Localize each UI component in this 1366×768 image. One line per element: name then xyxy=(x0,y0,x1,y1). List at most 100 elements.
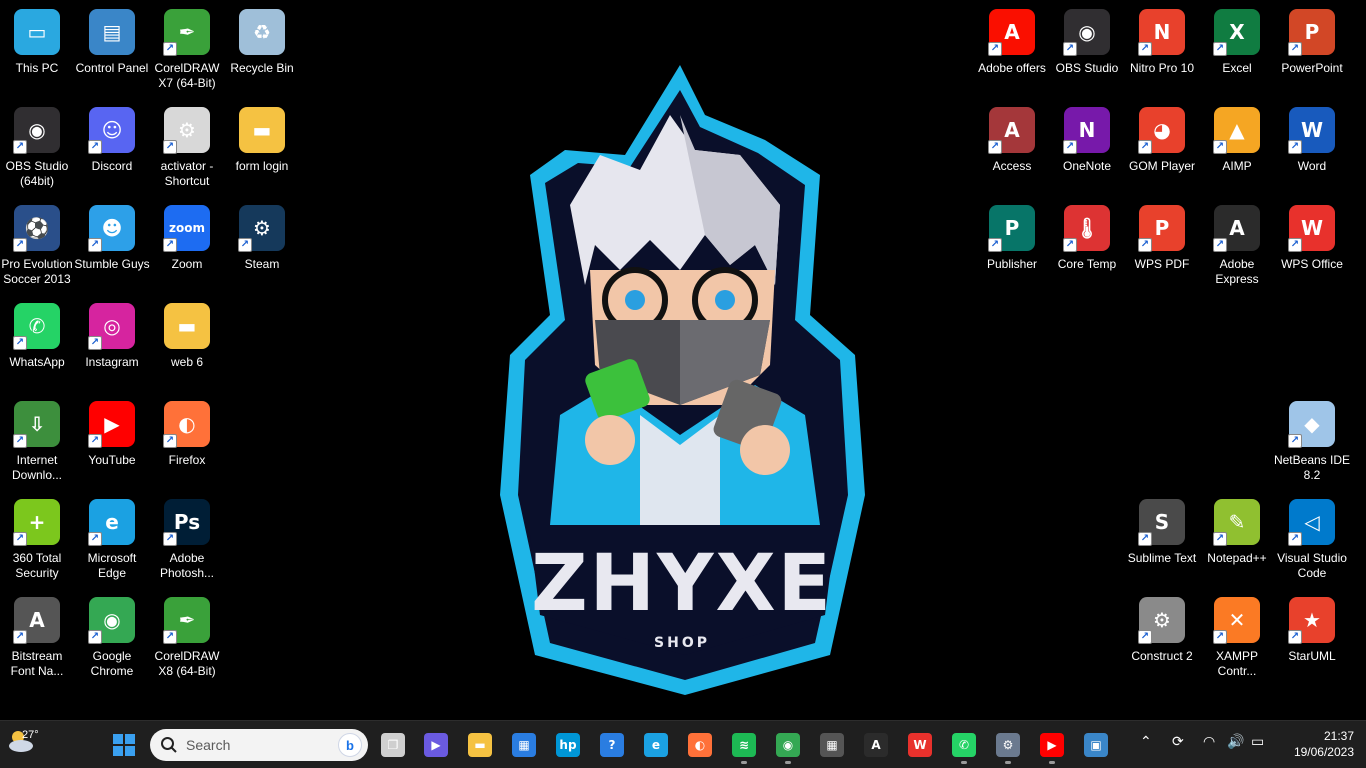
taskbar-app-button[interactable]: W xyxy=(900,725,940,765)
wps-office-taskbar-icon: W xyxy=(908,733,932,757)
desktop-shortcut[interactable]: ▲ ↗ AIMP xyxy=(1200,102,1274,198)
shortcut-arrow-icon: ↗ xyxy=(988,42,1002,56)
taskbar-app-button[interactable]: ? xyxy=(592,725,632,765)
desktop-icon-label: Control Panel xyxy=(75,61,149,75)
taskbar-app-button[interactable]: ▶ xyxy=(1032,725,1072,765)
windows-logo-icon xyxy=(113,734,135,756)
desktop-icon-label: Pro Evolution Soccer 2013 xyxy=(1,257,73,286)
desktop-shortcut[interactable]: ⇩ ↗ Internet Downlo... xyxy=(0,396,74,492)
desktop-shortcut[interactable]: P ↗ WPS PDF xyxy=(1125,200,1199,296)
desktop-shortcut[interactable]: ▶ ↗ YouTube xyxy=(75,396,149,492)
shortcut-arrow-icon: ↗ xyxy=(1213,532,1227,546)
desktop-icon-label: PowerPoint xyxy=(1281,61,1343,75)
wifi-icon[interactable]: ◠ xyxy=(1203,733,1215,750)
taskbar-search-box[interactable]: Search b xyxy=(150,729,368,761)
desktop-shortcut[interactable]: ⚙ ↗ Steam xyxy=(225,200,299,296)
desktop-shortcut[interactable]: ⚙ ↗ activator - Shortcut xyxy=(150,102,224,198)
desktop-shortcut[interactable]: P ↗ PowerPoint xyxy=(1275,4,1349,100)
remote-desktop-icon: ▣ xyxy=(1084,733,1108,757)
desktop-shortcut[interactable]: ✎ ↗ Notepad++ xyxy=(1200,494,1274,590)
desktop-shortcut[interactable]: P ↗ Publisher xyxy=(975,200,1049,296)
shortcut-arrow-icon: ↗ xyxy=(1063,42,1077,56)
desktop-shortcut[interactable]: ◁ ↗ Visual Studio Code xyxy=(1275,494,1349,590)
show-hidden-icons-chevron-icon[interactable]: ⌃ xyxy=(1140,733,1152,750)
desktop-icon-image: ✒ ↗ xyxy=(163,596,211,644)
taskbar-app-button[interactable]: ▶ xyxy=(416,725,456,765)
adobe-express-taskbar-icon: A xyxy=(864,733,888,757)
desktop-shortcut[interactable]: ⚽ ↗ Pro Evolution Soccer 2013 xyxy=(0,200,74,296)
volume-icon[interactable]: 🔊 xyxy=(1227,733,1244,750)
shortcut-arrow-icon: ↗ xyxy=(1138,140,1152,154)
taskbar-app-button[interactable]: ≋ xyxy=(724,725,764,765)
desktop-shortcut[interactable]: ☺ ↗ Discord xyxy=(75,102,149,198)
bing-icon[interactable]: b xyxy=(338,733,362,757)
desktop-shortcut[interactable]: N ↗ OneNote xyxy=(1050,102,1124,198)
desktop-shortcut[interactable]: zoom ↗ Zoom xyxy=(150,200,224,296)
desktop-shortcut[interactable]: ✒ ↗ CorelDRAW X8 (64-Bit) xyxy=(150,592,224,688)
desktop-shortcut[interactable]: ✆ ↗ WhatsApp xyxy=(0,298,74,394)
desktop-shortcut[interactable]: A ↗ Adobe Express xyxy=(1200,200,1274,296)
sync-icon[interactable]: ⟳ xyxy=(1172,733,1184,750)
taskbar-app-button[interactable]: e xyxy=(636,725,676,765)
taskbar-app-button[interactable]: hp xyxy=(548,725,588,765)
taskbar-app-button[interactable]: A xyxy=(856,725,896,765)
taskbar-app-button[interactable]: ✆ xyxy=(944,725,984,765)
desktop-shortcut[interactable]: ◆ ↗ NetBeans IDE 8.2 xyxy=(1274,396,1350,492)
desktop-shortcut[interactable]: ▬ web 6 xyxy=(150,298,224,394)
desktop-shortcut[interactable]: W ↗ WPS Office xyxy=(1275,200,1349,296)
desktop-shortcut[interactable]: ♻ Recycle Bin xyxy=(225,4,299,100)
desktop-icon-label: YouTube xyxy=(88,453,136,467)
taskbar-app-button[interactable]: ◐ xyxy=(680,725,720,765)
weather-widget[interactable]: 27° xyxy=(6,727,50,763)
taskbar-app-button[interactable]: ▦ xyxy=(812,725,852,765)
desktop-icon-image: ⚙ ↗ xyxy=(238,204,286,252)
desktop-shortcut[interactable]: N ↗ Nitro Pro 10 xyxy=(1125,4,1199,100)
wallpaper-sub-text: SHOP xyxy=(654,635,710,651)
desktop-shortcut[interactable]: ✕ ↗ XAMPP Contr... xyxy=(1200,592,1274,688)
desktop-shortcut[interactable]: A ↗ Access xyxy=(975,102,1049,198)
taskbar-app-button[interactable]: ❐ xyxy=(373,725,413,765)
desktop-shortcut[interactable]: + ↗ 360 Total Security xyxy=(0,494,74,590)
desktop-shortcut[interactable]: ◕ ↗ GOM Player xyxy=(1125,102,1199,198)
desktop-shortcut[interactable]: X ↗ Excel xyxy=(1200,4,1274,100)
chrome-taskbar-icon: ◉ xyxy=(776,733,800,757)
desktop-shortcut[interactable]: ◉ ↗ Google Chrome xyxy=(75,592,149,688)
desktop-shortcut[interactable]: A ↗ Bitstream Font Na... xyxy=(0,592,74,688)
desktop-icon-image: + ↗ xyxy=(13,498,61,546)
taskbar-app-button[interactable]: ▦ xyxy=(504,725,544,765)
desktop-shortcut[interactable]: 🌡 ↗ Core Temp xyxy=(1050,200,1124,296)
desktop-shortcut[interactable]: W ↗ Word xyxy=(1275,102,1349,198)
desktop-shortcut[interactable]: S ↗ Sublime Text xyxy=(1125,494,1199,590)
desktop-shortcut[interactable]: ✒ ↗ CorelDRAW X7 (64-Bit) xyxy=(150,4,224,100)
desktop-icon-label: WhatsApp xyxy=(9,355,65,369)
desktop-shortcut[interactable]: A ↗ Adobe offers xyxy=(975,4,1049,100)
desktop-icon-image: 🌡 ↗ xyxy=(1063,204,1111,252)
battery-icon[interactable]: ▭ xyxy=(1251,733,1264,750)
desktop-shortcut[interactable]: ▤ Control Panel xyxy=(75,4,149,100)
desktop-shortcut[interactable]: ◉ ↗ OBS Studio xyxy=(1050,4,1124,100)
system-clock[interactable]: 21:37 19/06/2023 xyxy=(1282,728,1354,760)
start-button[interactable] xyxy=(104,725,144,765)
desktop-shortcut[interactable]: ◎ ↗ Instagram xyxy=(75,298,149,394)
desktop-shortcut[interactable]: Ps ↗ Adobe Photosh... xyxy=(150,494,224,590)
taskbar-app-button[interactable]: ▬ xyxy=(460,725,500,765)
desktop-shortcut[interactable]: ☻ ↗ Stumble Guys xyxy=(74,200,150,296)
taskbar-app-button[interactable]: ▣ xyxy=(1076,725,1116,765)
desktop-icon-label: Microsoft Edge xyxy=(87,551,137,580)
running-indicator xyxy=(785,761,791,764)
spotify-icon: ≋ xyxy=(732,733,756,757)
desktop-shortcut[interactable]: ▭ This PC xyxy=(0,4,74,100)
desktop-icon-image: ▶ ↗ xyxy=(88,400,136,448)
desktop-icon-image: ▤ xyxy=(88,8,136,56)
desktop-shortcut[interactable]: ◐ ↗ Firefox xyxy=(150,396,224,492)
microsoft-store-icon: ▦ xyxy=(512,733,536,757)
desktop-shortcut[interactable]: ▬ form login xyxy=(225,102,299,198)
taskbar-app-button[interactable]: ⚙ xyxy=(988,725,1028,765)
desktop-shortcut[interactable]: ◉ ↗ OBS Studio (64bit) xyxy=(0,102,74,198)
taskbar-app-button[interactable]: ◉ xyxy=(768,725,808,765)
desktop-shortcut[interactable]: ⚙ ↗ Construct 2 xyxy=(1125,592,1199,688)
desktop-shortcut[interactable]: e ↗ Microsoft Edge xyxy=(75,494,149,590)
desktop-icon-image: ◉ ↗ xyxy=(88,596,136,644)
desktop-shortcut[interactable]: ★ ↗ StarUML xyxy=(1275,592,1349,688)
desktop-icon-image: ▬ xyxy=(163,302,211,350)
